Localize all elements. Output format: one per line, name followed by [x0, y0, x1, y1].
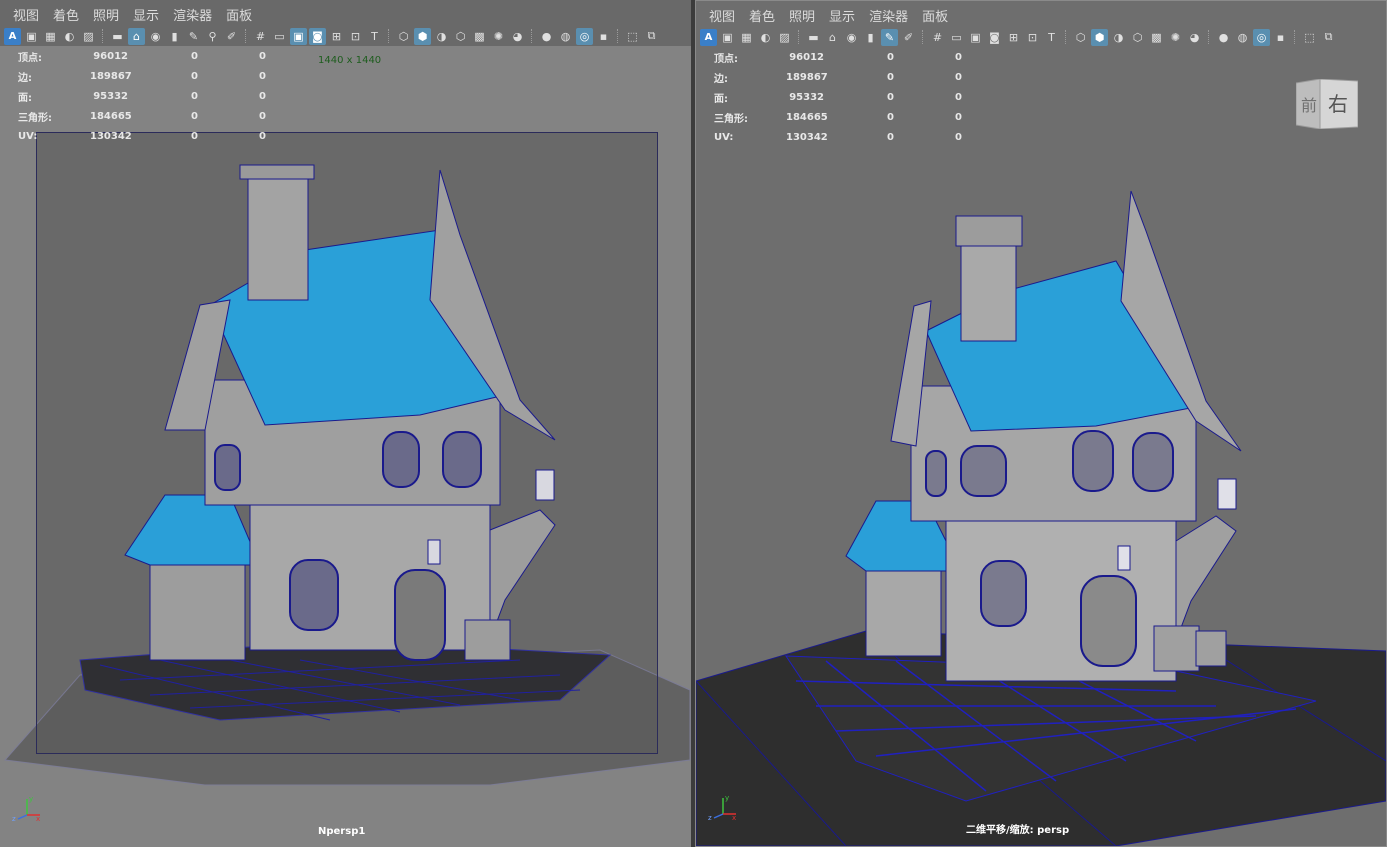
resolution-label: 1440 x 1440	[318, 55, 382, 66]
left-poly-count-hud: 顶点: 96012 0 0 边: 189867 0 0 面: 95332 0 0 三角形: 1846…	[18, 46, 266, 146]
left-viewport[interactable]: 视图 着色 照明 显示 渲染器 面板 A ▣ ▦ ◐ ▨ ▬ ⌂ ◉ ▮ ✎ ⚲…	[0, 0, 691, 847]
hud-row-faces: 面: 95332 0 0	[714, 91, 962, 105]
svg-text:x: x	[732, 814, 736, 822]
hud-row-vertices: 顶点: 96012 0 0	[18, 50, 266, 64]
right-axis-gizmo-icon: y x z	[708, 794, 736, 822]
hud-row-vertices: 顶点: 96012 0 0	[714, 51, 962, 65]
svg-text:z: z	[708, 814, 712, 822]
hud-row-triangles: 三角形: 184665 0 0	[18, 110, 266, 124]
hud-row-uvs: UV: 130342 0 0	[714, 131, 962, 143]
viewcube-right-label: 右	[1328, 92, 1348, 116]
hud-row-edges: 边: 189867 0 0	[714, 71, 962, 85]
right-poly-count-hud: 顶点: 96012 0 0 边: 189867 0 0 面: 95332 0 0 三角形: 1846…	[714, 47, 962, 147]
viewcube-front-label: 前	[1301, 96, 1317, 115]
hud-row-triangles: 三角形: 184665 0 0	[714, 111, 962, 125]
hud-row-faces: 面: 95332 0 0	[18, 90, 266, 104]
svg-text:z: z	[12, 815, 16, 823]
hud-row-edges: 边: 189867 0 0	[18, 70, 266, 84]
right-viewport[interactable]: 视图 着色 照明 显示 渲染器 面板 A ▣ ▦ ◐ ▨ ▬ ⌂ ◉ ▮ ✎ ✐…	[695, 0, 1387, 847]
right-camera-label: 二维平移/缩放: persp	[966, 825, 1070, 836]
viewcube[interactable]: 前 右	[1296, 79, 1358, 129]
left-axis-gizmo-icon: y x z	[12, 795, 40, 823]
hud-row-uvs: UV: 130342 0 0	[18, 130, 266, 142]
svg-text:y: y	[725, 794, 729, 802]
svg-text:y: y	[29, 795, 33, 803]
left-camera-label: Npersp1	[318, 826, 366, 837]
maya-workspace: 视图 着色 照明 显示 渲染器 面板 A ▣ ▦ ◐ ▨ ▬ ⌂ ◉ ▮ ✎ ⚲…	[0, 0, 1387, 847]
resolution-gate	[36, 132, 658, 754]
svg-text:x: x	[36, 815, 40, 823]
